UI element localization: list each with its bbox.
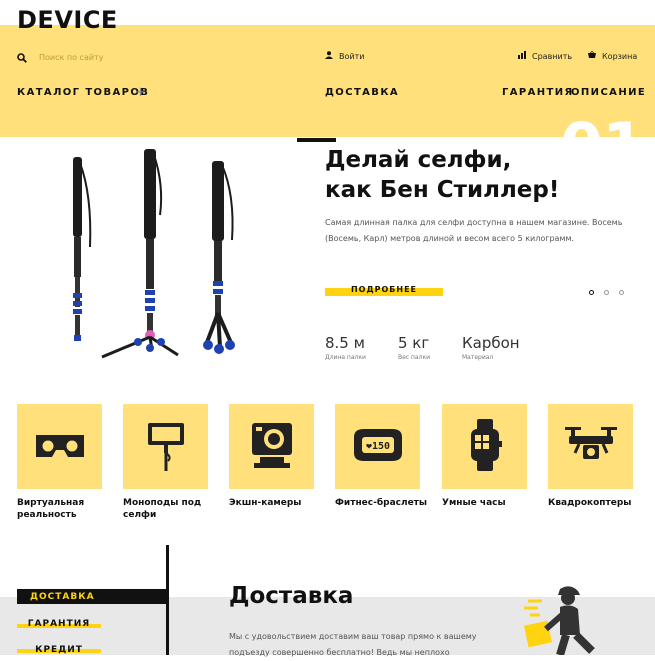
category-label-fitness-bands[interactable]: Фитнес-браслеты <box>335 497 430 509</box>
user-icon <box>325 51 333 61</box>
hero-title: Делай селфи, как Бен Стиллер! <box>325 145 559 205</box>
tab-delivery[interactable]: ДОСТАВКА <box>17 589 166 604</box>
vr-headset-icon <box>32 417 88 477</box>
category-tile-vr[interactable] <box>17 404 102 489</box>
category-label-drones[interactable]: Квадрокоптеры <box>548 497 643 509</box>
search-input[interactable] <box>37 51 211 63</box>
compare-link[interactable]: Сравнить <box>518 51 572 61</box>
spec-length-value: 8.5 м <box>325 334 365 352</box>
hero-title-line2: как Бен Стиллер! <box>325 177 560 203</box>
slider-dot-1[interactable] <box>589 290 594 295</box>
slider-dot-3[interactable] <box>619 290 624 295</box>
cart-icon <box>588 51 596 61</box>
spec-weight-value: 5 кг <box>398 334 430 352</box>
category-tile-fitness-bands[interactable]: ❤150 <box>335 404 420 489</box>
nav-catalog[interactable]: КАТАЛОГ ТОВАРОВ <box>17 87 149 98</box>
drone-icon <box>563 417 619 477</box>
services-title: Доставка <box>229 583 354 609</box>
nav-description[interactable]: ОПИСАНИЕ <box>571 87 646 98</box>
category-label-vr[interactable]: Виртуальная реальность <box>17 497 112 521</box>
spec-length-caption: Длина палки <box>325 354 366 361</box>
services-divider <box>166 545 169 655</box>
monopod-center <box>101 149 179 359</box>
nav-warranty[interactable]: ГАРАНТИЯ <box>502 87 574 98</box>
slider-dot-2[interactable] <box>604 290 609 295</box>
services-text: Мы с удовольствием доставим ваш товар пр… <box>229 632 477 657</box>
selfie-monopod-image <box>73 149 235 359</box>
hero-divider <box>297 138 336 142</box>
courier-illustration <box>523 586 595 655</box>
category-label-monopods[interactable]: Моноподы под селфи <box>123 497 218 521</box>
category-tile-smartwatches[interactable] <box>442 404 527 489</box>
smartwatch-icon <box>457 417 513 477</box>
spec-material-value: Карбон <box>462 334 520 352</box>
compare-label: Сравнить <box>532 51 573 61</box>
monopod-left <box>73 157 92 341</box>
category-tile-action-cameras[interactable] <box>229 404 314 489</box>
spec-material-caption: Материал <box>462 354 494 361</box>
nav-delivery[interactable]: ДОСТАВКА <box>325 87 399 98</box>
slide-number: 01 <box>560 115 645 167</box>
monopod-right <box>203 161 235 354</box>
search-bar[interactable] <box>17 50 217 64</box>
fitness-band-icon: ❤150 <box>350 417 406 477</box>
category-label-action-cameras[interactable]: Экшн-камеры <box>229 497 324 509</box>
monopod-icon <box>138 417 194 477</box>
hero-title-line1: Делай селфи, <box>325 147 512 173</box>
header-background <box>0 25 655 137</box>
svg-text:❤150: ❤150 <box>365 441 389 452</box>
login-link[interactable]: Войти <box>325 51 364 61</box>
login-label: Войти <box>339 51 365 61</box>
category-tile-drones[interactable] <box>548 404 633 489</box>
catalog-plus-icon[interactable]: + <box>135 85 146 100</box>
site-logo[interactable]: DEVICE <box>17 6 118 34</box>
cart-label: Корзина <box>602 51 638 61</box>
compare-icon <box>518 51 526 61</box>
tab-warranty[interactable]: ГАРАНТИЯ <box>17 616 101 631</box>
category-tile-monopods[interactable] <box>123 404 208 489</box>
cart-link[interactable]: Корзина <box>588 51 637 61</box>
category-label-smartwatches[interactable]: Умные часы <box>442 497 537 509</box>
action-camera-icon <box>244 417 300 477</box>
spec-weight-caption: Вес палки <box>398 354 430 361</box>
hero-description: Самая длинная палка для селфи доступна в… <box>325 218 623 243</box>
search-icon[interactable] <box>17 48 27 67</box>
more-button[interactable]: ПОДРОБНЕЕ <box>325 285 443 294</box>
